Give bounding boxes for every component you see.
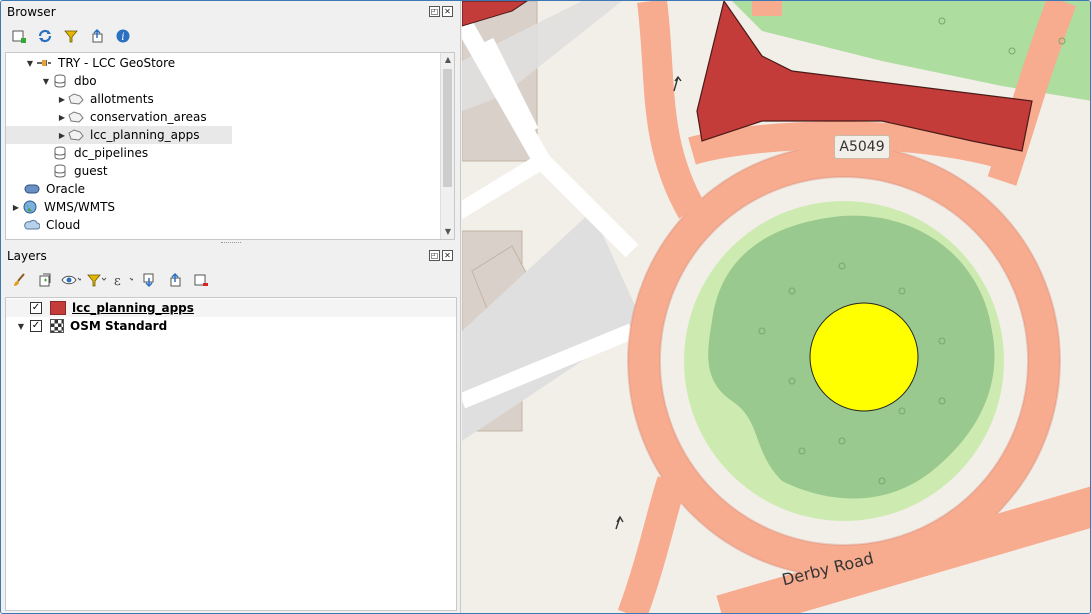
add-group-button[interactable]	[35, 270, 55, 290]
tree-item-guest[interactable]: guest	[52, 162, 108, 180]
expand-arrow[interactable]: ▼	[12, 322, 30, 331]
layer-name: OSM Standard	[70, 319, 168, 333]
browser-tree[interactable]: ▼ TRY - LCC GeoStore ▼ dbo ▶ allotments …	[5, 52, 455, 240]
connection-icon	[36, 56, 52, 70]
database-icon	[52, 146, 68, 160]
expand-arrow[interactable]: ▼	[24, 59, 36, 68]
raster-layer-icon	[50, 319, 64, 333]
polygon-layer-icon	[68, 110, 84, 124]
road-label-a5049: A5049	[834, 135, 890, 159]
browser-scrollbar[interactable]: ▲ ▼	[440, 53, 454, 239]
tree-item-allotments[interactable]: ▶ allotments	[56, 90, 154, 108]
tree-item-label: allotments	[90, 92, 154, 106]
layer-row-lcc-planning-apps[interactable]: ✓ lcc_planning_apps	[6, 299, 456, 317]
map-canvas[interactable]: A5049 Derby Road	[462, 1, 1090, 613]
tree-item-label: TRY - LCC GeoStore	[58, 56, 176, 70]
expand-arrow[interactable]: ▶	[10, 203, 22, 212]
filter-legend-button[interactable]	[87, 270, 107, 290]
expand-arrow[interactable]: ▶	[56, 95, 68, 104]
panel-splitter[interactable]	[221, 242, 241, 245]
layer-name: lcc_planning_apps	[72, 301, 194, 315]
collapse-all-icon	[170, 272, 181, 287]
properties-button[interactable]: i	[113, 26, 133, 46]
refresh-button[interactable]	[35, 26, 55, 46]
tree-item-label: lcc_planning_apps	[90, 128, 200, 142]
tree-item-lcc-planning-apps[interactable]: ▶ lcc_planning_apps	[6, 126, 232, 144]
svg-text:ε: ε	[114, 274, 121, 288]
tree-item-schema-dbo[interactable]: ▼ dbo	[40, 72, 97, 90]
map-drawing	[462, 1, 1090, 613]
add-layer-icon	[12, 30, 26, 43]
eye-icon	[61, 275, 81, 285]
oracle-icon	[24, 182, 40, 196]
tree-item-label: Oracle	[46, 182, 86, 196]
manage-visibility-button[interactable]	[61, 270, 81, 290]
remove-layer-icon	[194, 274, 208, 286]
scroll-thumb[interactable]	[443, 69, 452, 187]
tree-item-wms-wmts[interactable]: ▶ WMS/WMTS	[10, 198, 115, 216]
layers-tree[interactable]: ✓ lcc_planning_apps ▼ ✓ OSM Standard	[5, 297, 457, 611]
info-icon: i	[116, 29, 130, 43]
close-panel-button[interactable]: ✕	[442, 250, 453, 261]
expression-icon: ε	[114, 274, 133, 288]
layers-toolbar: ε	[9, 270, 211, 290]
expand-arrow[interactable]: ▼	[40, 77, 52, 86]
polygon-layer-icon	[68, 128, 84, 142]
point-feature[interactable]	[809, 302, 919, 412]
tree-item-label: WMS/WMTS	[44, 200, 116, 214]
browser-title-buttons: ◰ ✕	[429, 6, 453, 17]
globe-icon	[22, 200, 38, 214]
tree-item-cloud[interactable]: Cloud	[24, 216, 80, 234]
tree-item-label: dbo	[74, 74, 97, 88]
float-panel-button[interactable]: ◰	[429, 6, 440, 17]
layer-visibility-checkbox[interactable]: ✓	[30, 320, 42, 332]
expand-all-button[interactable]	[139, 270, 159, 290]
polygon-layer-icon	[68, 92, 84, 106]
tree-item-label: dc_pipelines	[74, 146, 149, 160]
database-icon	[52, 74, 68, 88]
refresh-icon	[38, 29, 52, 43]
remove-layer-button[interactable]	[191, 270, 211, 290]
close-panel-button[interactable]: ✕	[442, 6, 453, 17]
collapse-all-icon	[92, 28, 103, 43]
scroll-up-button[interactable]: ▲	[441, 53, 454, 67]
filter-expression-button[interactable]: ε	[113, 270, 133, 290]
expand-arrow[interactable]: ▶	[56, 113, 68, 122]
scroll-down-button[interactable]: ▼	[441, 225, 454, 239]
browser-toolbar: i	[9, 26, 133, 46]
cloud-icon	[24, 218, 40, 232]
tree-item-dc-pipelines[interactable]: dc_pipelines	[52, 144, 148, 162]
layer-row-osm-standard[interactable]: ▼ ✓ OSM Standard	[12, 317, 167, 335]
dock-panel: Browser ◰ ✕ i ▼ TRY - LCC GeoStore ▼ dbo…	[1, 1, 461, 613]
tree-item-label: guest	[74, 164, 108, 178]
database-icon	[52, 164, 68, 178]
tree-item-conservation-areas[interactable]: ▶ conservation_areas	[56, 108, 207, 126]
tree-item-label: Cloud	[46, 218, 81, 232]
style-manager-button[interactable]	[9, 270, 29, 290]
collapse-all-layers-button[interactable]	[165, 270, 185, 290]
collapse-all-button[interactable]	[87, 26, 107, 46]
filter-icon	[87, 274, 107, 287]
expand-all-icon	[143, 273, 154, 288]
add-group-icon	[39, 273, 51, 287]
layer-symbol-swatch	[50, 301, 66, 315]
browser-panel-title: Browser	[7, 5, 56, 19]
layers-title-buttons: ◰ ✕	[429, 250, 453, 261]
expand-arrow[interactable]: ▶	[56, 131, 68, 140]
paintbrush-icon	[14, 273, 25, 286]
layer-visibility-checkbox[interactable]: ✓	[30, 302, 42, 314]
svg-text:i: i	[121, 32, 124, 43]
layers-panel-title: Layers	[7, 249, 47, 263]
tree-item-label: conservation_areas	[90, 110, 207, 124]
float-panel-button[interactable]: ◰	[429, 250, 440, 261]
tree-item-oracle[interactable]: Oracle	[24, 180, 85, 198]
add-layer-button[interactable]	[9, 26, 29, 46]
tree-item-connection[interactable]: ▼ TRY - LCC GeoStore	[24, 54, 175, 72]
app-window: Browser ◰ ✕ i ▼ TRY - LCC GeoStore ▼ dbo…	[0, 0, 1091, 614]
filter-icon	[64, 30, 78, 43]
filter-button[interactable]	[61, 26, 81, 46]
